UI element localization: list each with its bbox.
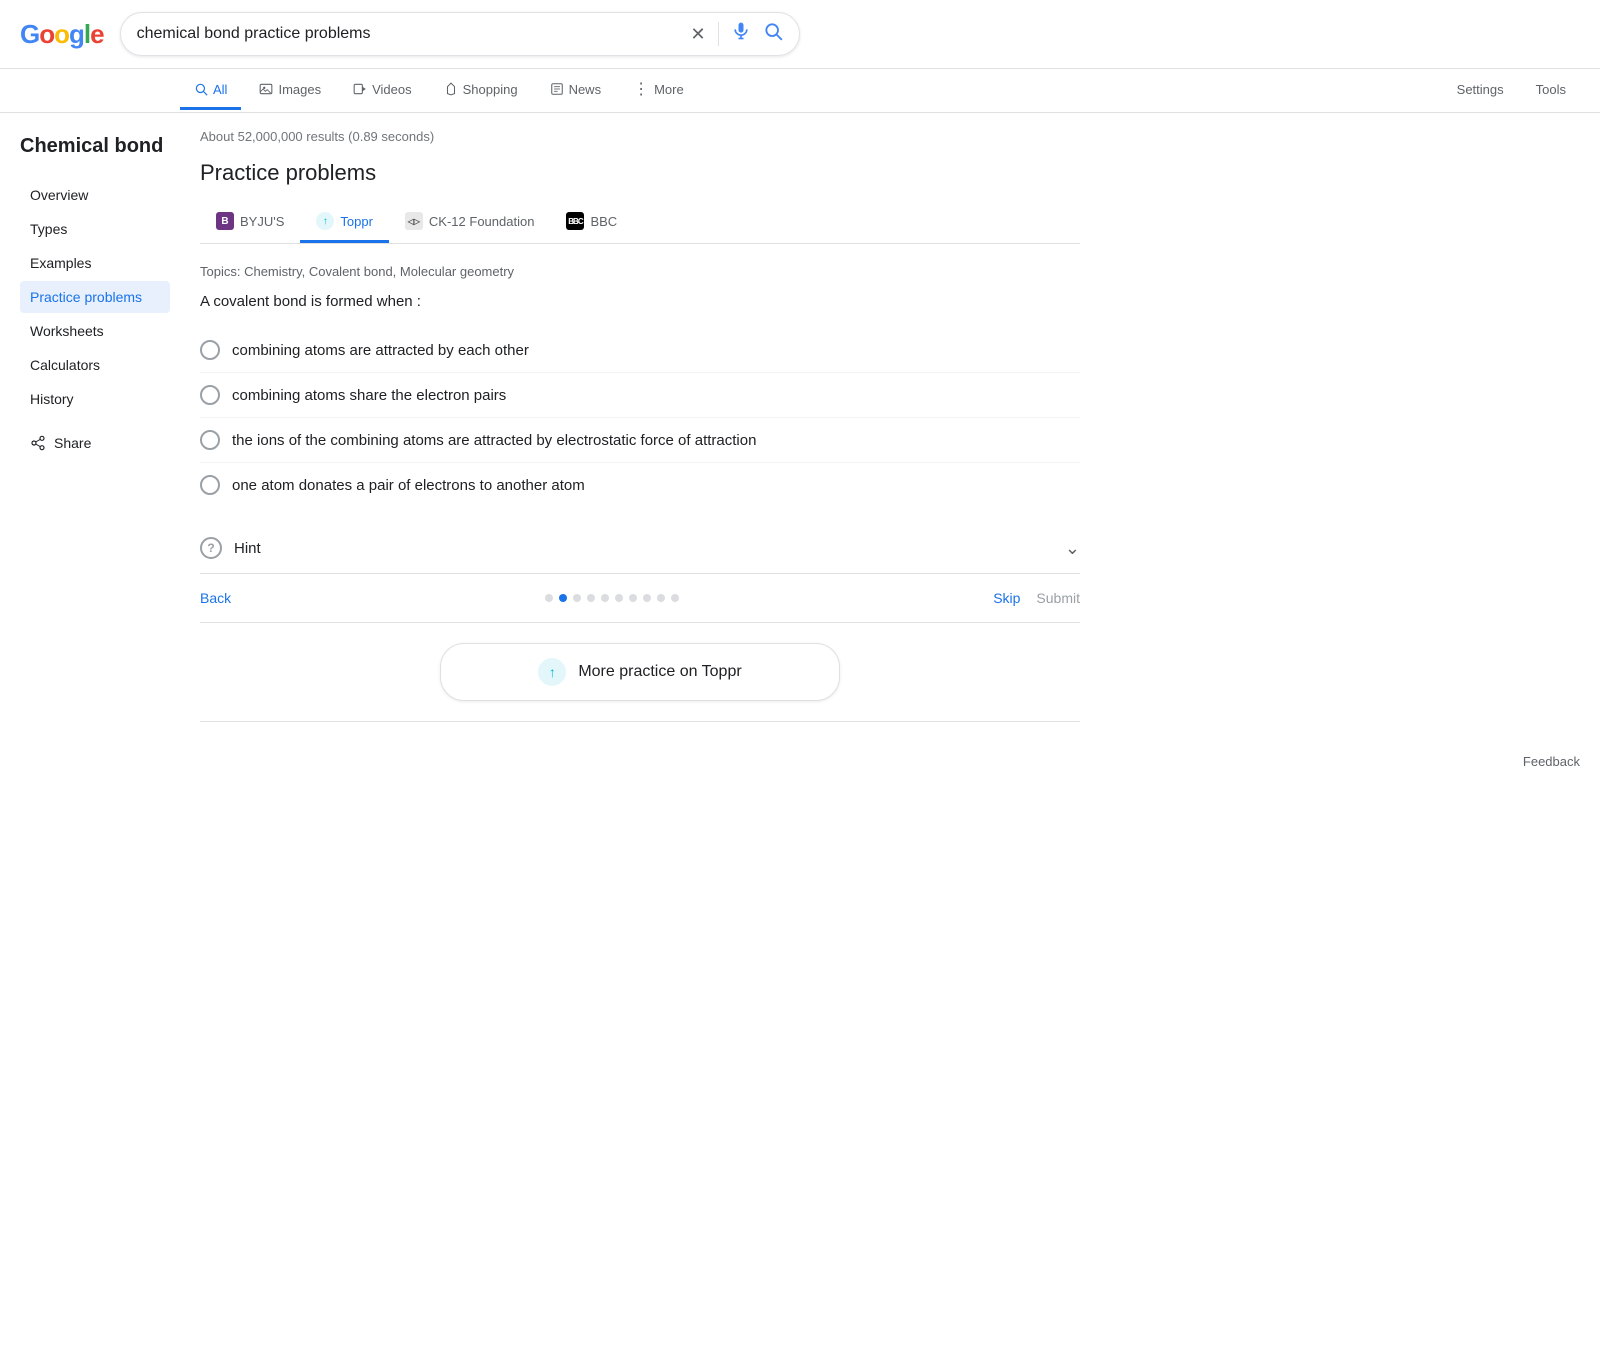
divider — [718, 22, 719, 46]
sidebar-item-worksheets[interactable]: Worksheets — [20, 315, 170, 347]
toppr-icon: ↑ — [316, 212, 334, 230]
source-tabs: B BYJU'S ↑ Toppr ◁▷ CK-12 Foundation BBC… — [200, 202, 1080, 244]
sidebar-item-types[interactable]: Types — [20, 213, 170, 245]
search-input[interactable] — [137, 25, 683, 43]
dot-5 — [601, 594, 609, 602]
option-c-text: the ions of the combining atoms are attr… — [232, 432, 756, 449]
radio-b[interactable] — [200, 385, 220, 405]
option-a-text: combining atoms are attracted by each ot… — [232, 342, 529, 359]
nav-actions: Skip Submit — [993, 590, 1080, 606]
nav-right-tabs: Settings Tools — [1443, 72, 1580, 110]
tab-videos[interactable]: Videos — [339, 72, 426, 110]
option-d[interactable]: one atom donates a pair of electrons to … — [200, 463, 1080, 507]
tab-shopping[interactable]: Shopping — [430, 72, 532, 110]
search-bar: ✕ — [120, 12, 800, 56]
more-practice-button[interactable]: ↑ More practice on Toppr — [440, 643, 840, 701]
option-b-text: combining atoms share the electron pairs — [232, 387, 506, 404]
dot-2 — [559, 594, 567, 602]
topics-line: Topics: Chemistry, Covalent bond, Molecu… — [200, 264, 1080, 279]
share-button[interactable]: Share — [20, 427, 170, 459]
tab-shopping-label: Shopping — [463, 82, 518, 97]
tab-all[interactable]: All — [180, 72, 241, 110]
tab-more[interactable]: ⋮ More — [619, 69, 698, 112]
tab-settings[interactable]: Settings — [1443, 72, 1518, 110]
sidebar-item-history[interactable]: History — [20, 383, 170, 415]
tab-settings-label: Settings — [1457, 82, 1504, 97]
sidebar: Chemical bond Overview Types Examples Pr… — [20, 113, 180, 738]
nav-row: Back Skip Submit — [200, 574, 1080, 623]
feedback-link[interactable]: Feedback — [1523, 754, 1580, 769]
mic-icon[interactable] — [731, 21, 751, 47]
hint-row[interactable]: ? Hint ⌄ — [200, 523, 1080, 574]
tab-tools-label: Tools — [1536, 82, 1566, 97]
content-area: About 52,000,000 results (0.89 seconds) … — [180, 113, 1080, 738]
source-tab-ck12[interactable]: ◁▷ CK-12 Foundation — [389, 202, 551, 243]
dot-4 — [587, 594, 595, 602]
dot-3 — [573, 594, 581, 602]
bbc-icon: BBC — [566, 212, 584, 230]
option-c[interactable]: the ions of the combining atoms are attr… — [200, 418, 1080, 463]
submit-button[interactable]: Submit — [1036, 590, 1080, 606]
tab-images[interactable]: Images — [245, 72, 335, 110]
dot-6 — [615, 594, 623, 602]
hint-label: Hint — [234, 540, 261, 557]
sidebar-item-examples[interactable]: Examples — [20, 247, 170, 279]
tab-all-label: All — [213, 82, 227, 97]
dot-9 — [657, 594, 665, 602]
question-text: A covalent bond is formed when : — [200, 293, 1080, 310]
tab-videos-label: Videos — [372, 82, 412, 97]
more-practice-label: More practice on Toppr — [578, 663, 741, 681]
google-logo[interactable]: Google — [20, 19, 104, 50]
option-d-text: one atom donates a pair of electrons to … — [232, 477, 585, 494]
sidebar-item-calculators[interactable]: Calculators — [20, 349, 170, 381]
tab-news[interactable]: News — [536, 72, 616, 110]
option-a[interactable]: combining atoms are attracted by each ot… — [200, 328, 1080, 373]
skip-button[interactable]: Skip — [993, 590, 1020, 606]
options-list: combining atoms are attracted by each ot… — [200, 328, 1080, 507]
radio-c[interactable] — [200, 430, 220, 450]
toppr-label: Toppr — [340, 214, 373, 229]
hint-chevron-icon: ⌄ — [1065, 538, 1080, 559]
tab-images-label: Images — [278, 82, 321, 97]
main-layout: Chemical bond Overview Types Examples Pr… — [0, 113, 1600, 738]
byjus-icon: B — [216, 212, 234, 230]
tab-more-label: More — [654, 82, 684, 97]
source-tab-byjus[interactable]: B BYJU'S — [200, 202, 300, 243]
tab-tools[interactable]: Tools — [1522, 72, 1580, 110]
dot-1 — [545, 594, 553, 602]
source-tab-bbc[interactable]: BBC BBC — [550, 202, 633, 243]
header: Google ✕ — [0, 0, 1600, 69]
toppr-circle-icon: ↑ — [538, 658, 566, 686]
share-label: Share — [54, 435, 91, 451]
hint-icon: ? — [200, 537, 222, 559]
dot-7 — [629, 594, 637, 602]
sidebar-item-overview[interactable]: Overview — [20, 179, 170, 211]
more-dots-icon: ⋮ — [633, 79, 649, 99]
section-title: Practice problems — [200, 160, 1080, 186]
sidebar-item-practice[interactable]: Practice problems — [20, 281, 170, 313]
feedback-row: Feedback — [0, 738, 1600, 785]
clear-icon[interactable]: ✕ — [691, 24, 706, 45]
dots-container — [231, 594, 993, 602]
dot-10 — [671, 594, 679, 602]
radio-d[interactable] — [200, 475, 220, 495]
tab-news-label: News — [569, 82, 602, 97]
nav-tabs: All Images Videos Shopping News ⋮ More S… — [0, 69, 1600, 113]
more-practice-container: ↑ More practice on Toppr — [200, 623, 1080, 722]
dot-8 — [643, 594, 651, 602]
bbc-label: BBC — [590, 214, 617, 229]
search-bar-icons: ✕ — [691, 21, 783, 47]
search-submit-icon[interactable] — [763, 21, 783, 47]
radio-a[interactable] — [200, 340, 220, 360]
ck12-icon: ◁▷ — [405, 212, 423, 230]
sidebar-title: Chemical bond — [20, 133, 170, 159]
hint-left: ? Hint — [200, 537, 261, 559]
source-tab-toppr[interactable]: ↑ Toppr — [300, 202, 389, 243]
byjus-label: BYJU'S — [240, 214, 284, 229]
results-info: About 52,000,000 results (0.89 seconds) — [200, 129, 1080, 144]
option-b[interactable]: combining atoms share the electron pairs — [200, 373, 1080, 418]
ck12-label: CK-12 Foundation — [429, 214, 535, 229]
back-button[interactable]: Back — [200, 590, 231, 606]
